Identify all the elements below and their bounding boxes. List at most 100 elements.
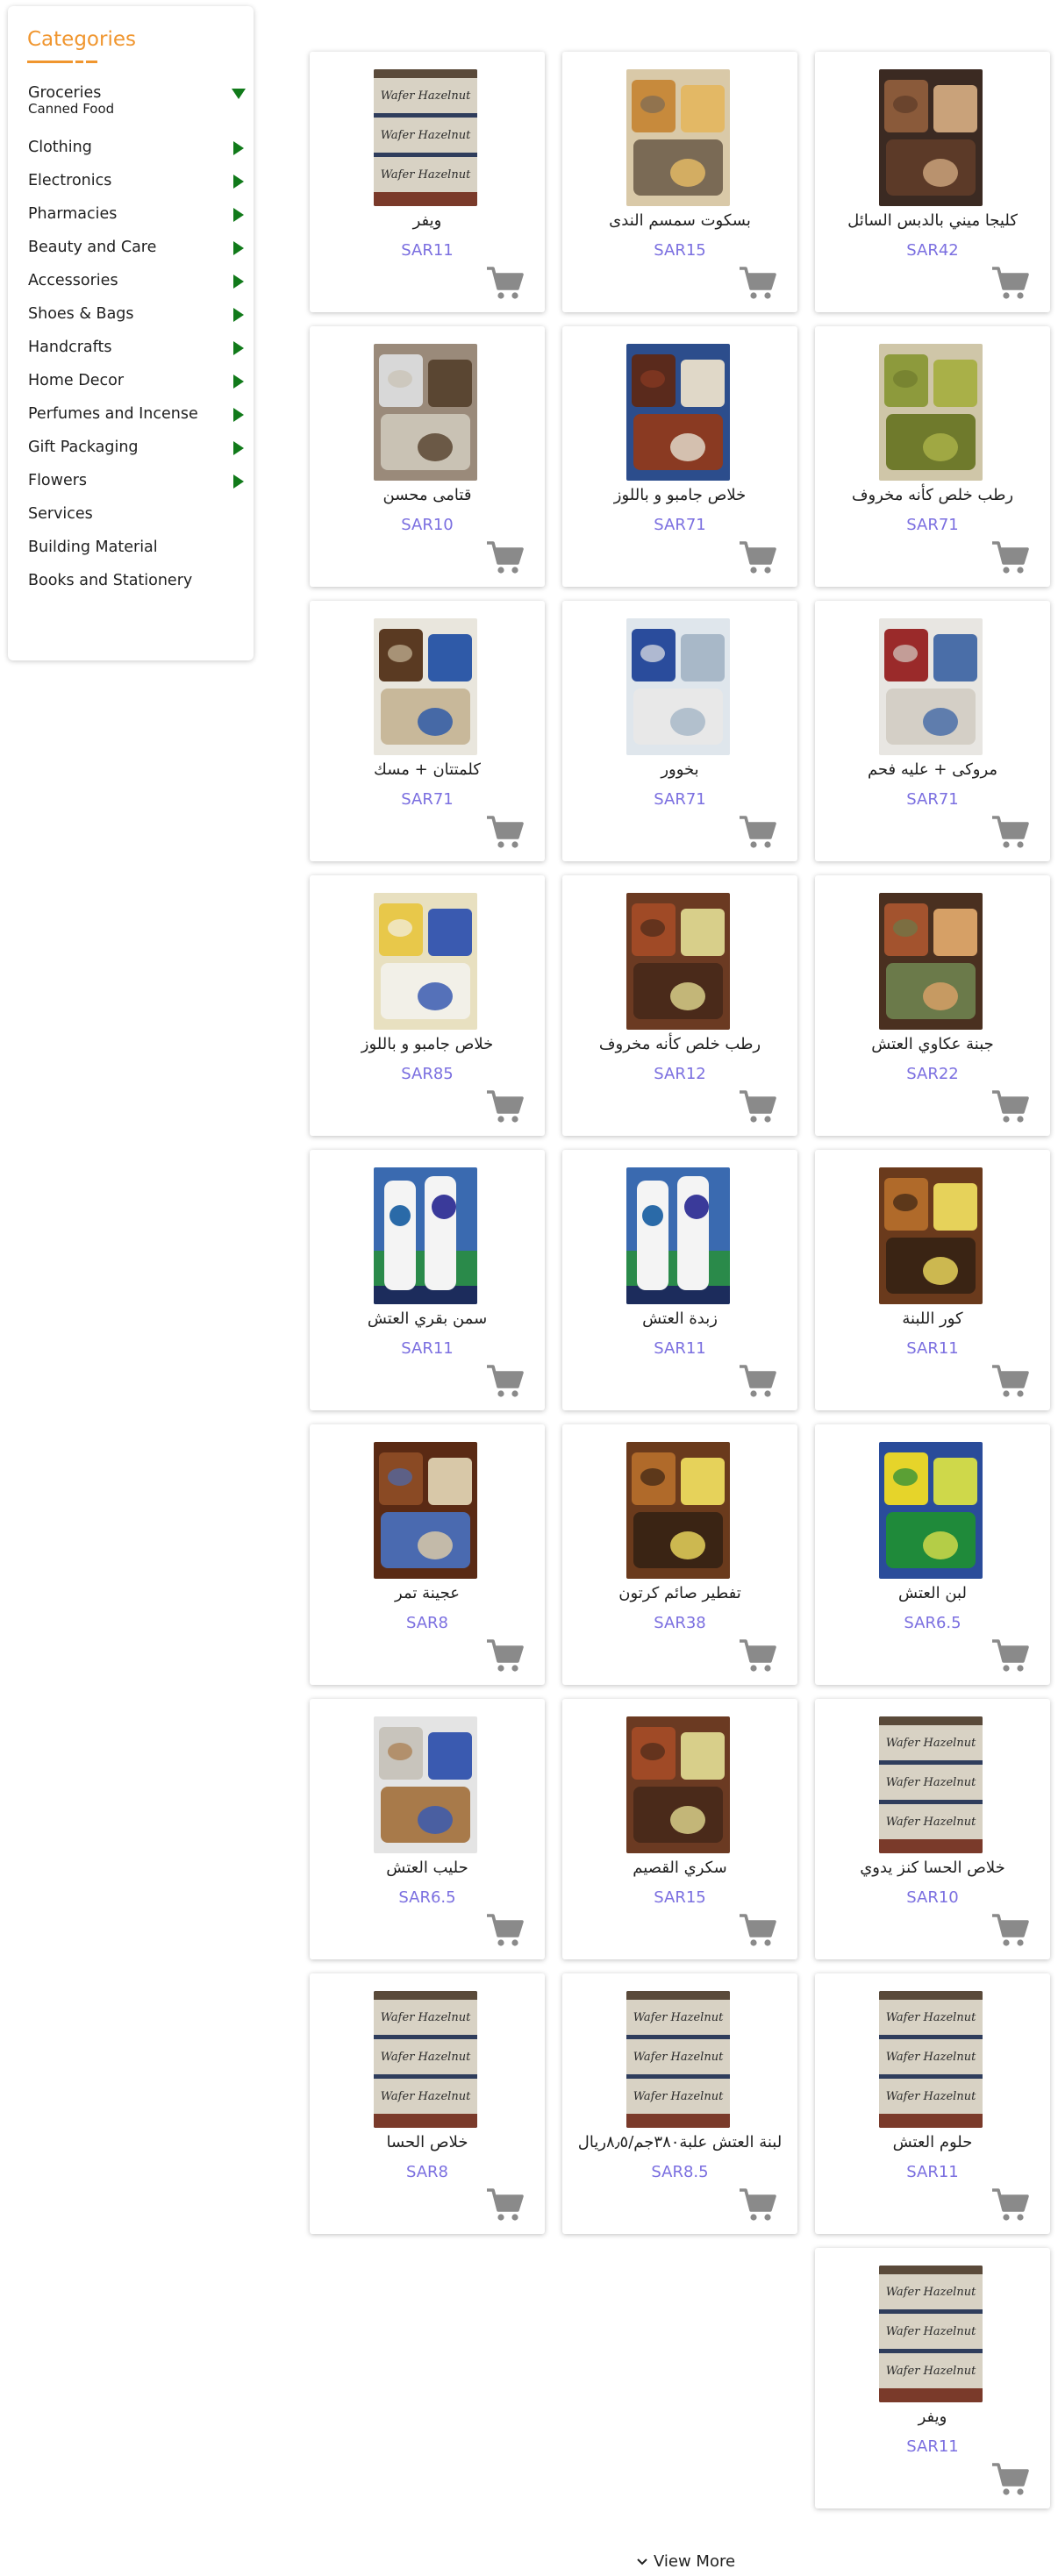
add-to-cart-icon[interactable] (990, 1364, 1029, 1399)
product-image[interactable] (374, 893, 477, 1030)
add-to-cart-icon[interactable] (485, 2187, 524, 2223)
product-image[interactable] (626, 618, 730, 755)
product-image[interactable] (879, 618, 983, 755)
product-name[interactable]: خلاص جامبو و باللوز (310, 1035, 545, 1053)
sidebar-item-beauty-and-care[interactable]: Beauty and Care (28, 231, 247, 264)
sidebar-subitem-label[interactable]: Canned Food (28, 103, 247, 116)
add-to-cart-icon[interactable] (738, 1913, 776, 1948)
product-card[interactable]: عجينة تمر SAR8 (310, 1424, 545, 1685)
product-image[interactable] (626, 1167, 730, 1304)
expand-right-icon[interactable] (233, 175, 244, 189)
expand-right-icon[interactable] (233, 408, 244, 422)
product-name[interactable]: خلاص الحسا (310, 2133, 545, 2151)
product-card[interactable]: خلاص جامبو و باللوز SAR71 (562, 326, 797, 587)
product-name[interactable]: تفطير صائم كرتون (562, 1584, 797, 1602)
product-card[interactable]: كور اللبنة SAR11 (815, 1150, 1050, 1410)
sidebar-item-handcrafts[interactable]: Handcrafts (28, 331, 247, 364)
product-card[interactable]: Wafer Hazelnut Wafer Hazelnut Wafer Haze… (562, 1973, 797, 2234)
product-card[interactable]: لبن العتش SAR6.5 (815, 1424, 1050, 1685)
expand-right-icon[interactable] (233, 341, 244, 355)
product-name[interactable]: رطب خلص كأنه مخروف (562, 1035, 797, 1053)
product-image[interactable] (626, 69, 730, 206)
product-card[interactable]: Wafer Hazelnut Wafer Hazelnut Wafer Haze… (310, 52, 545, 312)
product-image[interactable] (626, 893, 730, 1030)
product-card[interactable]: خلاص جامبو و باللوز SAR85 (310, 875, 545, 1136)
sidebar-item-accessories[interactable]: Accessories (28, 264, 247, 297)
product-image[interactable]: Wafer Hazelnut Wafer Hazelnut Wafer Haze… (374, 69, 477, 206)
product-card[interactable]: رطب خلص كأنه مخروف SAR12 (562, 875, 797, 1136)
product-name[interactable]: حليب العتش (310, 1859, 545, 1877)
product-image[interactable] (879, 1167, 983, 1304)
add-to-cart-icon[interactable] (990, 815, 1029, 850)
product-image[interactable] (374, 1716, 477, 1853)
product-image[interactable] (626, 1442, 730, 1579)
add-to-cart-icon[interactable] (990, 266, 1029, 301)
expand-right-icon[interactable] (233, 275, 244, 289)
product-card[interactable]: بخوور SAR71 (562, 601, 797, 861)
expand-right-icon[interactable] (233, 308, 244, 322)
sidebar-item-flowers[interactable]: Flowers (28, 464, 247, 497)
add-to-cart-icon[interactable] (738, 2187, 776, 2223)
product-name[interactable]: كور اللبنة (815, 1309, 1050, 1328)
product-card[interactable]: مروكى + عليه فحم SAR71 (815, 601, 1050, 861)
sidebar-item-pharmacies[interactable]: Pharmacies (28, 197, 247, 231)
product-card[interactable]: حليب العتش SAR6.5 (310, 1699, 545, 1959)
product-card[interactable]: جبنة عكاوي العتش SAR22 (815, 875, 1050, 1136)
add-to-cart-icon[interactable] (990, 1089, 1029, 1124)
product-name[interactable]: حلوم العتش (815, 2133, 1050, 2151)
product-image[interactable]: Wafer Hazelnut Wafer Hazelnut Wafer Haze… (879, 1716, 983, 1853)
product-name[interactable]: خلاص الحسا كنز يدوي (815, 1859, 1050, 1877)
product-card[interactable]: بسكوت سمسم الندى SAR15 (562, 52, 797, 312)
product-name[interactable]: زبدة العتش (562, 1309, 797, 1328)
sidebar-item-books-and-stationery[interactable]: Books and Stationery (28, 564, 247, 597)
product-image[interactable] (879, 344, 983, 481)
expand-right-icon[interactable] (233, 375, 244, 389)
product-name[interactable]: بخوور (562, 760, 797, 779)
product-image[interactable]: Wafer Hazelnut Wafer Hazelnut Wafer Haze… (879, 2266, 983, 2402)
sidebar-item-electronics[interactable]: Electronics (28, 164, 247, 197)
product-image[interactable] (626, 344, 730, 481)
product-name[interactable]: كليجا ميني بالدبس السائل (815, 211, 1050, 230)
sidebar-item-home-decor[interactable]: Home Decor (28, 364, 247, 397)
expand-right-icon[interactable] (233, 141, 244, 155)
sidebar-item-perfumes-and-incense[interactable]: Perfumes and Incense (28, 397, 247, 431)
add-to-cart-icon[interactable] (738, 815, 776, 850)
add-to-cart-icon[interactable] (738, 1364, 776, 1399)
add-to-cart-icon[interactable] (990, 1638, 1029, 1673)
expand-right-icon[interactable] (233, 241, 244, 255)
sidebar-item-gift-packaging[interactable]: Gift Packaging (28, 431, 247, 464)
product-name[interactable]: ويفر (815, 2408, 1050, 2426)
product-name[interactable]: قتامى محسن (310, 486, 545, 504)
product-image[interactable] (879, 69, 983, 206)
product-name[interactable]: لبن العتش (815, 1584, 1050, 1602)
add-to-cart-icon[interactable] (738, 1089, 776, 1124)
product-name[interactable]: ويفر (310, 211, 545, 230)
add-to-cart-icon[interactable] (485, 540, 524, 575)
expand-right-icon[interactable] (233, 475, 244, 489)
product-image[interactable]: Wafer Hazelnut Wafer Hazelnut Wafer Haze… (879, 1991, 983, 2128)
product-image[interactable] (374, 1442, 477, 1579)
add-to-cart-icon[interactable] (738, 1638, 776, 1673)
product-name[interactable]: سمن بقري العتش (310, 1309, 545, 1328)
product-image[interactable] (879, 1442, 983, 1579)
product-card[interactable]: كليجا ميني بالدبس السائل SAR42 (815, 52, 1050, 312)
sidebar-item-clothing[interactable]: Clothing (28, 131, 247, 164)
product-name[interactable]: خلاص جامبو و باللوز (562, 486, 797, 504)
product-card[interactable]: Wafer Hazelnut Wafer Hazelnut Wafer Haze… (815, 2248, 1050, 2508)
product-image[interactable]: Wafer Hazelnut Wafer Hazelnut Wafer Haze… (374, 1991, 477, 2128)
product-name[interactable]: كلمتتان + مسك (310, 760, 545, 779)
product-card[interactable]: زبدة العتش SAR11 (562, 1150, 797, 1410)
product-card[interactable]: سمن بقري العتش SAR11 (310, 1150, 545, 1410)
product-image[interactable] (374, 1167, 477, 1304)
product-name[interactable]: بسكوت سمسم الندى (562, 211, 797, 230)
add-to-cart-icon[interactable] (990, 2187, 1029, 2223)
product-name[interactable]: لبنة العتش علبة٣٨٠جم/٨٫٥ريال (562, 2133, 797, 2151)
product-name[interactable]: رطب خلص كأنه مخروف (815, 486, 1050, 504)
add-to-cart-icon[interactable] (990, 1913, 1029, 1948)
add-to-cart-icon[interactable] (990, 2462, 1029, 2497)
product-card[interactable]: Wafer Hazelnut Wafer Hazelnut Wafer Haze… (815, 1699, 1050, 1959)
product-card[interactable]: Wafer Hazelnut Wafer Hazelnut Wafer Haze… (815, 1973, 1050, 2234)
add-to-cart-icon[interactable] (485, 1913, 524, 1948)
expand-down-icon[interactable] (232, 89, 246, 99)
add-to-cart-icon[interactable] (485, 815, 524, 850)
